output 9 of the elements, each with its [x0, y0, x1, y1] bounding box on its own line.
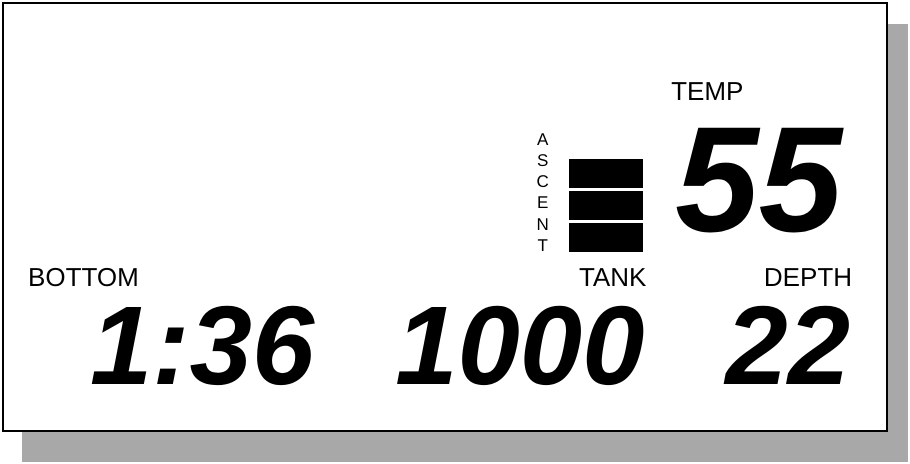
readout-value: 1000 [394, 290, 644, 402]
readout-label: TANK [578, 264, 646, 290]
readout-label: BOTTOM [28, 264, 139, 290]
readout-value: 22 [722, 290, 851, 402]
readout-value: 1:36 [90, 290, 316, 402]
temp-value: 55 [675, 104, 845, 254]
readout-label: DEPTH [764, 264, 852, 290]
ascent-label: ASCENT [536, 128, 550, 256]
temp-label: TEMP [671, 78, 744, 104]
